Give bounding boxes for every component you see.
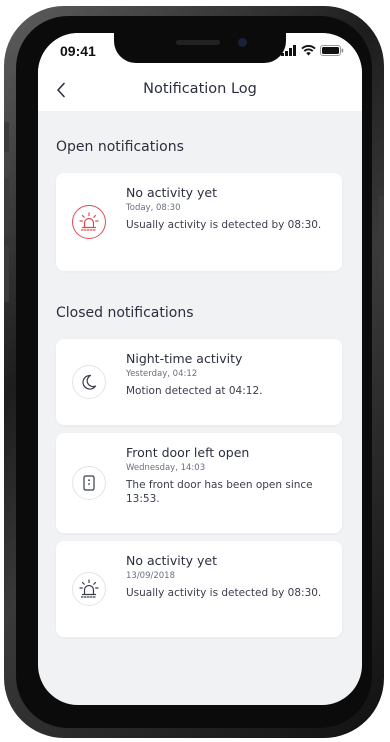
moon-icon	[82, 374, 97, 390]
notification-time: Wednesday, 14:03	[126, 463, 206, 473]
notification-content: No activity yet Today, 08:30 Usually act…	[126, 185, 330, 232]
notification-content: No activity yet 13/09/2018 Usually activ…	[126, 553, 330, 600]
notification-title: No activity yet	[126, 185, 218, 200]
status-icons	[281, 45, 344, 56]
notification-time: 13/09/2018	[126, 571, 175, 581]
navigation-bar: Notification Log	[38, 69, 362, 111]
notification-icon-badge	[72, 572, 106, 606]
siren-icon	[79, 212, 99, 231]
notification-icon-badge	[72, 365, 106, 399]
notification-message: Usually activity is detected by 08:30.	[126, 219, 322, 231]
open-notification-card[interactable]: No activity yet Today, 08:30 Usually act…	[56, 173, 342, 271]
phone-screen: 09:41 Notification Log Open notification…	[38, 33, 362, 705]
notification-message: The front door has been open since 13:53…	[126, 479, 313, 505]
status-time: 09:41	[60, 43, 96, 59]
closed-notification-card[interactable]: Front door left open Wednesday, 14:03 Th…	[56, 433, 342, 533]
notification-title: Night-time activity	[126, 351, 243, 366]
notification-content: Front door left open Wednesday, 14:03 Th…	[126, 445, 330, 506]
notification-time: Today, 08:30	[126, 203, 181, 213]
volume-up-button	[4, 178, 9, 234]
notification-title: Front door left open	[126, 445, 250, 460]
closed-notification-card[interactable]: No activity yet 13/09/2018 Usually activ…	[56, 541, 342, 637]
notification-icon-badge	[72, 466, 106, 500]
page-title: Notification Log	[143, 81, 257, 97]
notch	[114, 33, 286, 63]
closed-notifications-heading: Closed notifications	[56, 305, 194, 321]
notification-title: No activity yet	[126, 553, 218, 568]
notification-content: Night-time activity Yesterday, 04:12 Mot…	[126, 351, 330, 398]
speaker-grille	[176, 40, 220, 45]
notification-message: Usually activity is detected by 08:30.	[126, 587, 322, 599]
battery-icon	[320, 45, 344, 56]
siren-icon	[79, 579, 99, 598]
silent-switch	[4, 122, 9, 152]
door-icon	[83, 475, 95, 491]
power-button	[379, 196, 384, 280]
front-camera	[238, 38, 247, 47]
wifi-icon	[301, 45, 316, 56]
notification-time: Yesterday, 04:12	[126, 369, 198, 379]
notification-icon-badge	[72, 205, 106, 239]
volume-down-button	[4, 246, 9, 302]
closed-notification-card[interactable]: Night-time activity Yesterday, 04:12 Mot…	[56, 339, 342, 425]
open-notifications-heading: Open notifications	[56, 139, 184, 155]
notification-message: Motion detected at 04:12.	[126, 385, 263, 397]
